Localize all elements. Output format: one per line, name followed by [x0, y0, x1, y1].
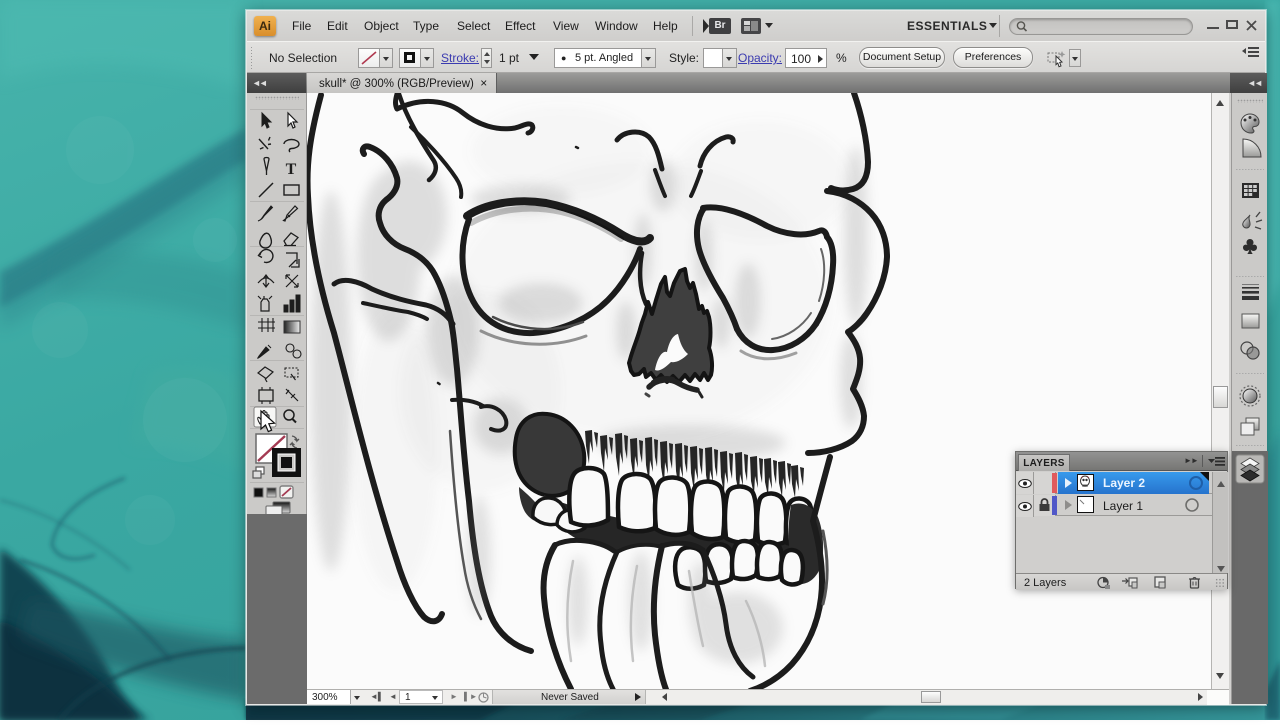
svg-text:T: T: [286, 161, 297, 178]
